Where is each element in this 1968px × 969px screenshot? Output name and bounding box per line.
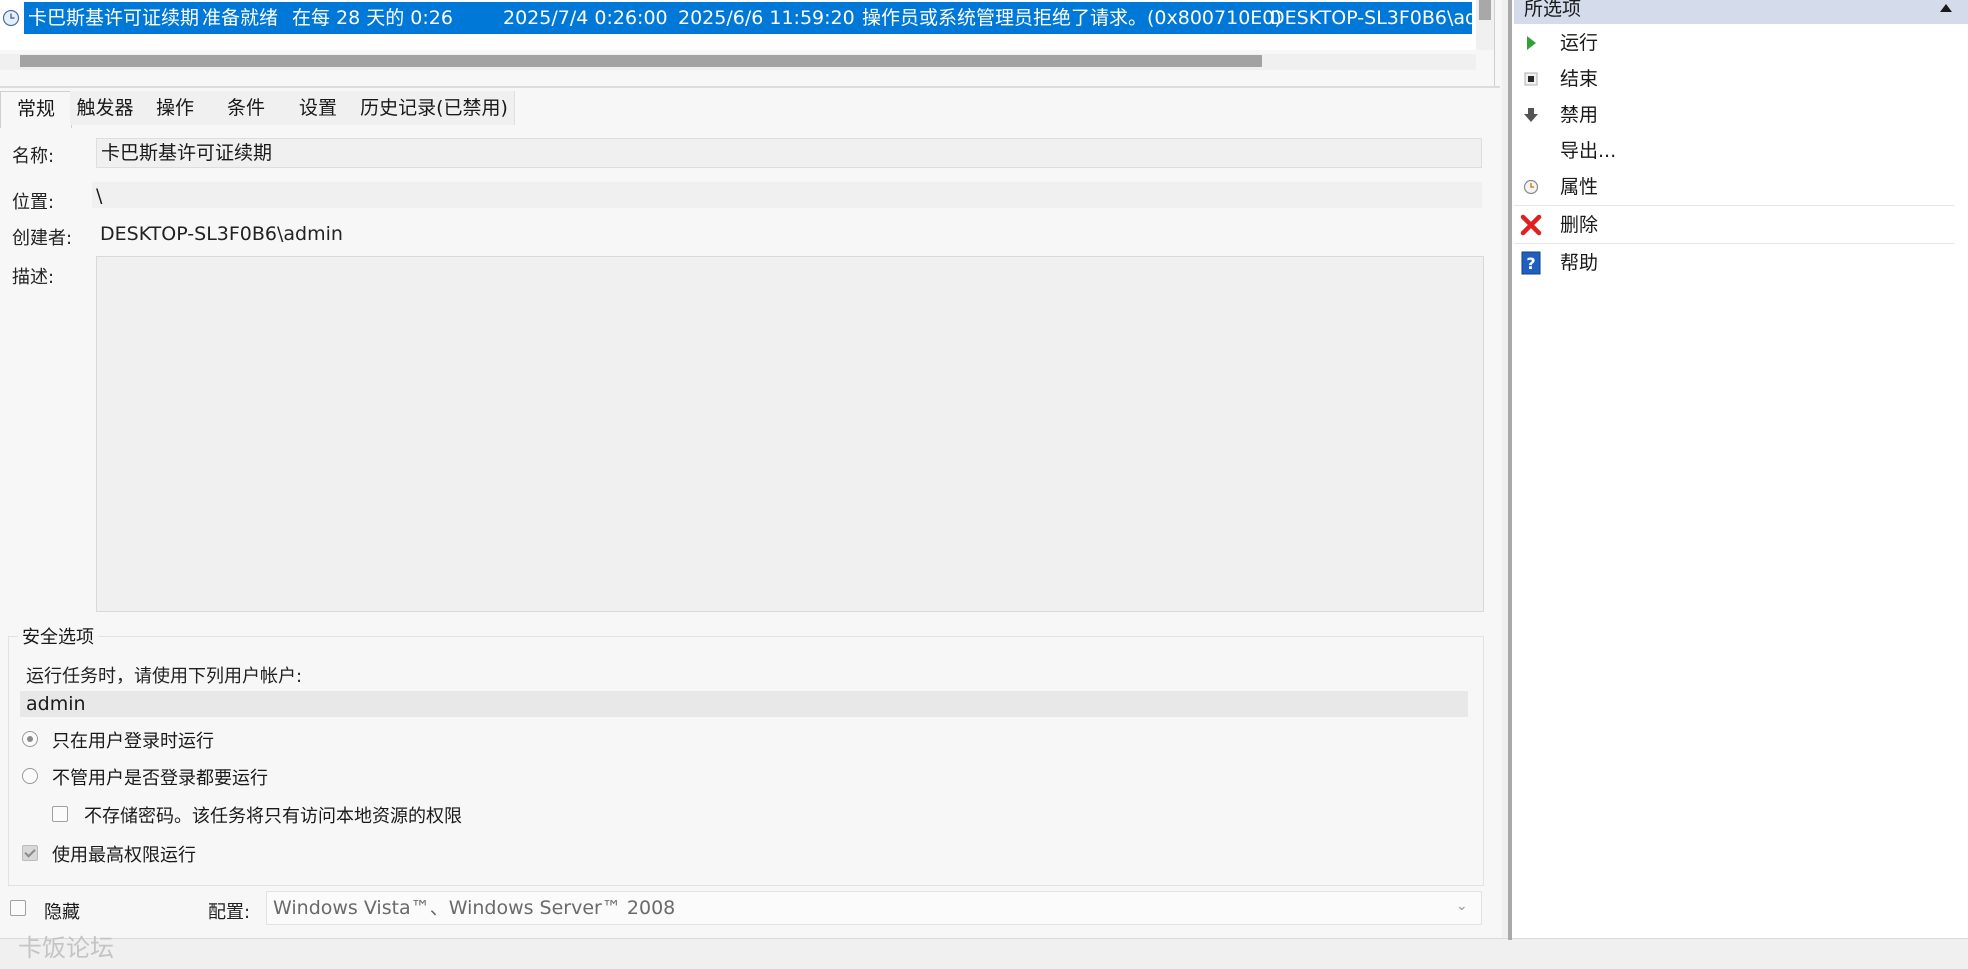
checkbox-highest-privileges-label[interactable]: 使用最高权限运行	[52, 841, 196, 867]
tab-conditions[interactable]: 条件	[210, 91, 283, 125]
action-export[interactable]: 导出...	[1514, 134, 1954, 168]
user-account-field: admin	[20, 691, 1468, 717]
tab-actions[interactable]: 操作	[140, 91, 211, 125]
disable-icon	[1524, 108, 1538, 122]
radio-run-whether-logged-on[interactable]	[22, 768, 38, 784]
action-delete-label: 删除	[1560, 214, 1599, 236]
config-label: 配置:	[208, 902, 251, 923]
task-status-cell: 准备就绪	[202, 7, 279, 29]
description-label: 描述:	[12, 267, 55, 288]
action-run[interactable]: 运行	[1514, 26, 1954, 60]
action-delete[interactable]: 删除	[1514, 208, 1954, 242]
name-field[interactable]: 卡巴斯基许可证续期	[96, 138, 1482, 168]
tab-history[interactable]: 历史记录(已禁用)	[354, 91, 515, 125]
horizontal-scroll-thumb[interactable]	[20, 55, 1262, 67]
radio-run-whether-logged-on-label[interactable]: 不管用户是否登录都要运行	[52, 764, 268, 790]
account-prompt: 运行任务时，请使用下列用户帐户:	[26, 666, 303, 687]
actions-separator	[1514, 243, 1954, 244]
divider	[1494, 0, 1495, 88]
location-label: 位置:	[12, 192, 55, 213]
run-icon	[1527, 36, 1536, 50]
radio-run-only-logged-on[interactable]	[22, 731, 38, 747]
security-options-title: 安全选项	[18, 623, 98, 649]
action-disable[interactable]: 禁用	[1514, 98, 1954, 132]
action-properties[interactable]: 属性	[1514, 170, 1954, 204]
actions-separator	[1514, 205, 1954, 206]
chevron-down-icon[interactable]: ⌄	[1456, 898, 1468, 914]
status-bar	[0, 938, 1968, 969]
tab-settings[interactable]: 设置	[282, 91, 355, 125]
description-textarea[interactable]	[96, 256, 1484, 612]
action-properties-label: 属性	[1560, 176, 1599, 198]
help-icon: ?	[1521, 251, 1541, 275]
action-help[interactable]: ? 帮助	[1514, 246, 1954, 280]
actions-section-header[interactable]: 所选项	[1514, 0, 1968, 24]
name-label: 名称:	[12, 146, 55, 167]
actions-section-title: 所选项	[1524, 0, 1582, 20]
task-name-cell: 卡巴斯基许可证续期	[28, 7, 200, 29]
action-end[interactable]: 结束	[1514, 62, 1954, 96]
watermark: 卡饭论坛	[18, 934, 114, 962]
checkbox-hidden[interactable]	[10, 900, 26, 916]
task-trigger-cell: 在每 28 天的 0:26	[292, 7, 453, 29]
checkbox-hidden-label[interactable]: 隐藏	[44, 898, 80, 924]
property-tabs: 常规 触发器 操作 条件 设置 历史记录(已禁用)	[0, 91, 1500, 128]
tab-triggers[interactable]: 触发器	[70, 91, 141, 125]
action-export-label: 导出...	[1560, 140, 1617, 162]
task-last-run-cell: 2025/6/6 11:59:20	[678, 7, 855, 29]
stop-icon	[1524, 72, 1538, 86]
collapse-icon[interactable]	[1940, 4, 1952, 12]
radio-run-only-logged-on-label[interactable]: 只在用户登录时运行	[52, 727, 214, 753]
action-help-label: 帮助	[1560, 252, 1599, 274]
svg-text:?: ?	[1526, 254, 1535, 273]
task-author-cell: DESKTOP-SL3F0B6\adm	[1270, 7, 1472, 29]
config-dropdown[interactable]: Windows Vista™、Windows Server™ 2008	[266, 891, 1482, 925]
action-end-label: 结束	[1560, 68, 1599, 90]
action-disable-label: 禁用	[1560, 104, 1599, 126]
properties-icon	[1523, 179, 1539, 195]
task-last-result-cell: 操作员或系统管理员拒绝了请求。(0x800710E0)	[862, 7, 1282, 29]
checkbox-do-not-store-password-label[interactable]: 不存储密码。该任务将只有访问本地资源的权限	[84, 802, 462, 828]
pane-splitter[interactable]	[0, 86, 1500, 88]
location-field: \	[92, 182, 1482, 208]
delete-icon	[1520, 214, 1542, 236]
action-run-label: 运行	[1560, 32, 1599, 54]
tab-general[interactable]: 常规	[0, 91, 72, 128]
author-label: 创建者:	[12, 228, 73, 249]
author-value: DESKTOP-SL3F0B6\admin	[100, 223, 343, 245]
task-next-run-cell: 2025/7/4 0:26:00	[503, 7, 668, 29]
checkbox-do-not-store-password[interactable]	[52, 806, 68, 822]
vertical-scroll-thumb[interactable]	[1479, 0, 1491, 20]
task-list-row-selected[interactable]: 卡巴斯基许可证续期 准备就绪 在每 28 天的 0:26 2025/7/4 0:…	[24, 2, 1472, 34]
checkbox-highest-privileges[interactable]	[22, 845, 38, 861]
task-clock-icon	[2, 9, 20, 27]
